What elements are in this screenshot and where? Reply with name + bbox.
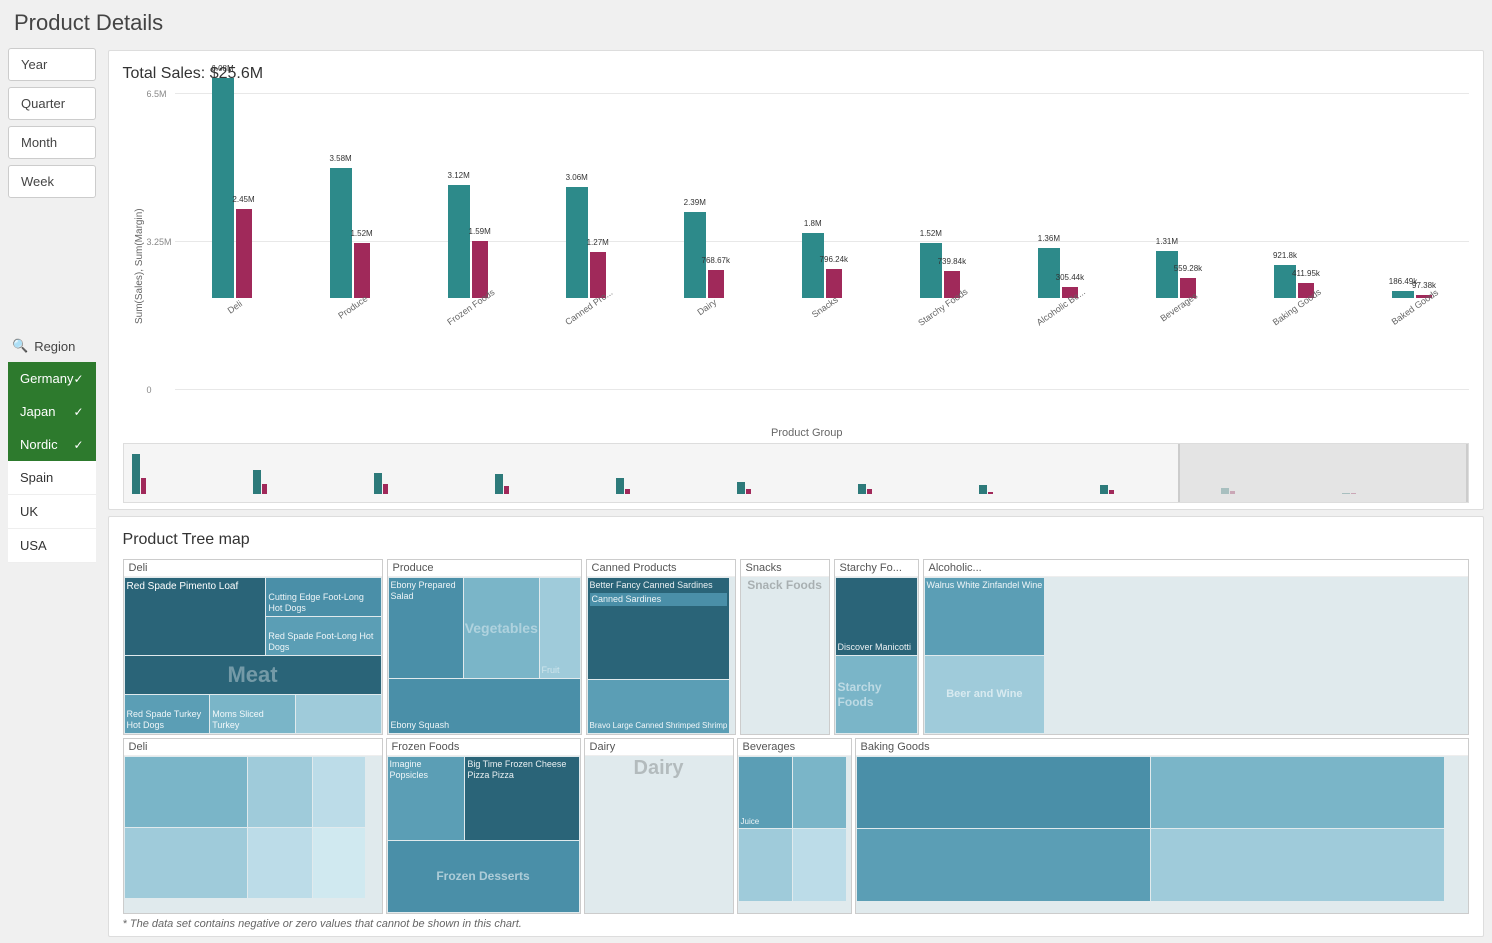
- treemap-snacks: Snacks Snack Foods: [740, 559, 830, 735]
- bar-group: 1.52M739.84kStarchy Foods: [883, 93, 997, 313]
- treemap-note: * The data set contains negative or zero…: [123, 918, 1469, 930]
- bar-sales[interactable]: 3.06M: [566, 187, 588, 298]
- tm-block-deli-r2-c[interactable]: [313, 757, 364, 827]
- tm-block-imagine-popsicles[interactable]: Imagine Popsicles: [388, 757, 465, 840]
- tm-block-baking-a[interactable]: [857, 757, 1150, 828]
- tm-block-bev-a[interactable]: Juice: [739, 757, 792, 828]
- check-icon: ✓: [73, 372, 83, 386]
- treemap-alcoholic: Alcoholic... Walrus White Zinfandel Wine…: [923, 559, 1469, 735]
- chart-title: Total Sales: $25.6M: [123, 65, 1469, 83]
- tm-block-walrus-wine[interactable]: Walrus White Zinfandel Wine: [925, 578, 1045, 655]
- bar-group: 921.8k411.95kBaking Goods: [1237, 93, 1351, 313]
- search-icon: 🔍: [12, 338, 28, 354]
- tm-block-deli-r2-a[interactable]: [125, 757, 248, 827]
- tm-block-deli-r2-f[interactable]: [313, 828, 364, 898]
- bar-group: 3.58M1.52MProduce: [293, 93, 407, 313]
- region-header: 🔍 Region: [8, 330, 96, 362]
- x-axis-label: Product Group: [145, 427, 1469, 439]
- region-item-japan[interactable]: Japan ✓: [8, 395, 96, 428]
- filter-quarter[interactable]: Quarter: [8, 87, 96, 120]
- treemap-frozen: Frozen Foods Imagine Popsicles Big Time …: [386, 738, 581, 914]
- treemap-panel: Product Tree map Deli Red Spade Pimento …: [108, 516, 1484, 937]
- tm-block-snack-foods[interactable]: Snack Foods: [741, 577, 829, 734]
- tm-block-turkey-hotdogs[interactable]: Red Spade Turkey Hot Dogs: [125, 695, 210, 733]
- bar-sales[interactable]: 3.12M: [448, 185, 470, 298]
- tm-block-deli-r2-b[interactable]: [248, 757, 312, 827]
- bar-group: 1.36M305.44kAlcoholic Be...: [1001, 93, 1115, 313]
- bar-group: 6.08M2.45MDeli: [175, 93, 289, 313]
- treemap-baking: Baking Goods: [855, 738, 1469, 914]
- tm-block-baking-d[interactable]: [1151, 829, 1444, 900]
- check-icon: ✓: [73, 438, 83, 452]
- treemap-beverages: Beverages Juice: [737, 738, 852, 914]
- tm-block-bev-b[interactable]: [793, 757, 846, 828]
- treemap-deli-r2: Deli: [123, 738, 383, 914]
- treemap-produce: Produce Ebony Prepared Salad Vegetables …: [387, 559, 582, 735]
- tm-block-beer-wine[interactable]: Beer and Wine: [925, 656, 1045, 733]
- chart-panel: Total Sales: $25.6M Sum(Sales), Sum(Marg…: [108, 50, 1484, 510]
- filter-year[interactable]: Year: [8, 48, 96, 81]
- tm-block-discover-manicotti[interactable]: Discover Manicotti: [836, 578, 917, 655]
- bar-group: 2.39M768.67kDairy: [647, 93, 761, 313]
- tm-block-bravo-canned[interactable]: Bravo Large Canned Shrimped Shrimp: [588, 680, 730, 733]
- tm-block-frozen-desserts[interactable]: Frozen Desserts: [388, 841, 579, 912]
- tm-block-fruit[interactable]: Fruit: [540, 578, 580, 678]
- tm-block-bev-c[interactable]: [739, 829, 792, 900]
- filter-week[interactable]: Week: [8, 165, 96, 198]
- tm-block-dairy[interactable]: Dairy: [585, 756, 733, 913]
- treemap-starchy: Starchy Fo... Discover Manicotti Starchy…: [834, 559, 919, 735]
- tm-block-deli-r2-d[interactable]: [125, 828, 248, 898]
- tm-block-moms-sliced[interactable]: Moms Sliced Turkey: [210, 695, 295, 733]
- scroll-thumb[interactable]: [1178, 444, 1468, 502]
- bar-sales[interactable]: 186.49k: [1392, 291, 1414, 298]
- tm-block-ebony-salad[interactable]: Ebony Prepared Salad: [389, 578, 464, 678]
- bar-group: 1.8M796.24kSnacks: [765, 93, 879, 313]
- bar-sales[interactable]: 1.31M: [1156, 251, 1178, 298]
- tm-block-vegetables[interactable]: Vegetables: [464, 578, 539, 678]
- region-item-nordic[interactable]: Nordic ✓: [8, 428, 96, 461]
- region-item-uk[interactable]: UK: [8, 495, 96, 529]
- treemap-dairy: Dairy Dairy: [584, 738, 734, 914]
- tm-block-bev-d[interactable]: [793, 829, 846, 900]
- bar-group: 3.06M1.27MCanned Pro...: [529, 93, 643, 313]
- tm-block-baking-c[interactable]: [857, 829, 1150, 900]
- check-icon: ✓: [73, 405, 83, 419]
- bar-sales[interactable]: 6.08M: [212, 78, 234, 298]
- bar-group: 3.12M1.59MFrozen Foods: [411, 93, 525, 313]
- bar-group: 186.49k97.38kBaked Goods: [1355, 93, 1469, 313]
- tm-block-meat[interactable]: Meat: [125, 656, 381, 694]
- region-list: Germany ✓ Japan ✓ Nordic ✓ Spain UK: [8, 362, 96, 563]
- tm-block-better-fancy[interactable]: Better Fancy Canned Sardines Canned Sard…: [588, 578, 730, 679]
- treemap-deli: Deli Red Spade Pimento Loaf Cutting Edge…: [123, 559, 383, 735]
- filter-month[interactable]: Month: [8, 126, 96, 159]
- tm-block-deli-r2-e[interactable]: [248, 828, 312, 898]
- tm-block-ebony-squash[interactable]: Ebony Squash: [389, 679, 580, 733]
- region-item-spain[interactable]: Spain: [8, 461, 96, 495]
- bar-sales[interactable]: 1.52M: [920, 243, 942, 298]
- tm-block-canned-sardines[interactable]: Canned Sardines: [590, 593, 728, 606]
- region-item-germany[interactable]: Germany ✓: [8, 362, 96, 395]
- tm-block-cutting-edge[interactable]: Cutting Edge Foot-Long Hot Dogs: [266, 578, 380, 616]
- tm-block-baking-b[interactable]: [1151, 757, 1444, 828]
- tm-block-red-spade-pimento[interactable]: Red Spade Pimento Loaf: [125, 578, 266, 655]
- treemap-title: Product Tree map: [123, 531, 1469, 549]
- tm-block-deli-misc[interactable]: [296, 695, 381, 733]
- tm-block-red-spade-footlong[interactable]: Red Spade Foot-Long Hot Dogs: [266, 617, 380, 655]
- bar-margin[interactable]: 2.45M: [236, 209, 252, 298]
- tm-block-big-time-pizza[interactable]: Big Time Frozen Cheese Pizza Pizza: [465, 757, 578, 840]
- page-title: Product Details: [0, 0, 1492, 44]
- bar-group: 1.31M559.28kBeverages: [1119, 93, 1233, 313]
- region-item-usa[interactable]: USA: [8, 529, 96, 563]
- y-axis-label: Sum(Sales), Sum(Margin): [123, 93, 145, 439]
- sidebar: Year Quarter Month Week 🔍 Region Germany…: [0, 44, 104, 943]
- bar-sales[interactable]: 3.58M: [330, 168, 352, 298]
- tm-block-starchy-foods[interactable]: Starchy Foods: [836, 656, 917, 733]
- treemap-canned: Canned Products Better Fancy Canned Sard…: [586, 559, 736, 735]
- bar-sales[interactable]: 1.8M: [802, 233, 824, 298]
- bar-sales[interactable]: 2.39M: [684, 212, 706, 298]
- chart-scroll[interactable]: [123, 443, 1469, 503]
